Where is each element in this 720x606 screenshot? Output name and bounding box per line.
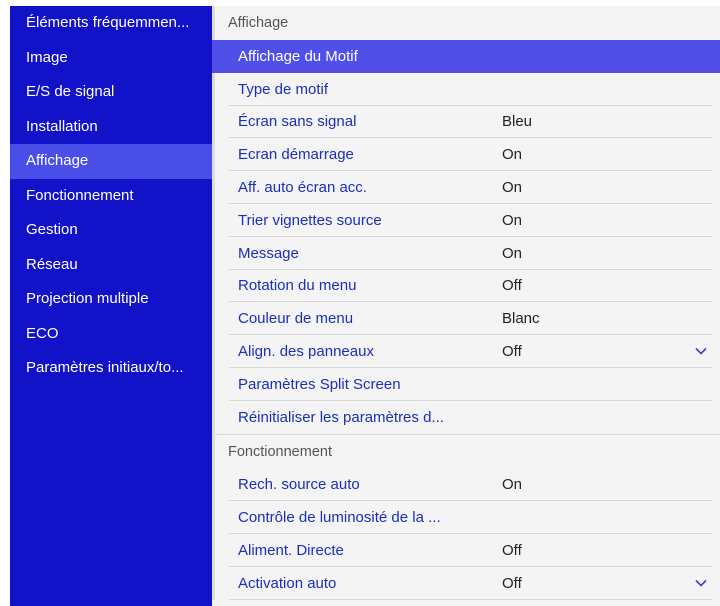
menu-window: Éléments fréquemmen... Image E/S de sign… bbox=[10, 6, 720, 606]
setting-row-auto-home-screen[interactable]: Aff. auto écran acc. On bbox=[212, 171, 720, 204]
setting-row-auto-power-on[interactable]: Activation auto Off bbox=[212, 566, 720, 600]
sidebar-item-network[interactable]: Réseau bbox=[10, 248, 212, 283]
setting-value: On bbox=[502, 244, 523, 262]
setting-value: Bleu bbox=[502, 113, 533, 131]
setting-value: On bbox=[502, 211, 523, 229]
setting-label: Paramètres Split Screen bbox=[238, 375, 401, 393]
setting-row-brightness-control[interactable]: Contrôle de luminosité de la ... bbox=[212, 501, 720, 535]
section-header: Affichage bbox=[212, 6, 720, 40]
sidebar-item-operation[interactable]: Fonctionnement bbox=[10, 179, 212, 214]
setting-row-split-screen[interactable]: Paramètres Split Screen bbox=[212, 367, 720, 401]
sidebar-item-initial-settings[interactable]: Paramètres initiaux/to... bbox=[10, 351, 212, 386]
setting-row-pattern-type[interactable]: Type de motif bbox=[212, 72, 720, 106]
setting-label: Activation auto bbox=[238, 574, 337, 592]
setting-label: Contrôle de luminosité de la ... bbox=[238, 509, 441, 527]
setting-label: Trier vignettes source bbox=[238, 211, 382, 229]
settings-panel: Affichage Affichage du Motif Type de mot… bbox=[212, 6, 720, 606]
setting-row-sort-source-thumbnails[interactable]: Trier vignettes source On bbox=[212, 203, 720, 237]
setting-row-direct-power[interactable]: Aliment. Directe Off bbox=[212, 534, 720, 567]
sidebar-item-multi-projection[interactable]: Projection multiple bbox=[10, 282, 212, 317]
setting-row-startup-screen[interactable]: Ecran démarrage On bbox=[212, 138, 720, 172]
setting-label: Écran sans signal bbox=[238, 113, 357, 131]
sidebar: Éléments fréquemmen... Image E/S de sign… bbox=[10, 6, 212, 606]
setting-value: Off bbox=[502, 343, 522, 361]
setting-label: Réinitialiser les paramètres d... bbox=[238, 408, 444, 426]
setting-label: Rotation du menu bbox=[238, 277, 357, 295]
sidebar-item-frequent[interactable]: Éléments fréquemmen... bbox=[10, 6, 212, 41]
setting-row-message[interactable]: Message On bbox=[212, 236, 720, 270]
setting-row-menu-color[interactable]: Couleur de menu Blanc bbox=[212, 302, 720, 336]
setting-value: Off bbox=[502, 542, 522, 560]
setting-row-auto-source-search[interactable]: Rech. source auto On bbox=[212, 468, 720, 502]
setting-row-reset-display[interactable]: Réinitialiser les paramètres d... bbox=[212, 400, 720, 434]
section-header: Fonctionnement bbox=[212, 433, 720, 469]
sidebar-item-signal-io[interactable]: E/S de signal bbox=[10, 75, 212, 110]
setting-value: Blanc bbox=[502, 310, 540, 328]
sidebar-item-management[interactable]: Gestion bbox=[10, 213, 212, 248]
setting-label: Affichage du Motif bbox=[238, 47, 358, 65]
setting-label: Align. des panneaux bbox=[238, 343, 374, 361]
setting-value: Off bbox=[502, 574, 522, 592]
sidebar-item-display[interactable]: Affichage bbox=[10, 144, 212, 179]
sidebar-item-image[interactable]: Image bbox=[10, 41, 212, 76]
setting-value: On bbox=[502, 476, 523, 494]
sidebar-item-eco[interactable]: ECO bbox=[10, 317, 212, 352]
chevron-down-icon[interactable] bbox=[694, 344, 708, 358]
setting-row-pattern-display[interactable]: Affichage du Motif bbox=[212, 40, 720, 73]
setting-row-panel-alignment[interactable]: Align. des panneaux Off bbox=[212, 335, 720, 368]
setting-label: Couleur de menu bbox=[238, 310, 354, 328]
setting-label: Type de motif bbox=[238, 80, 329, 98]
setting-label: Ecran démarrage bbox=[238, 146, 354, 164]
setting-row-menu-rotation[interactable]: Rotation du menu Off bbox=[212, 269, 720, 303]
setting-value: On bbox=[502, 146, 523, 164]
sidebar-item-installation[interactable]: Installation bbox=[10, 110, 212, 145]
setting-label: Aliment. Directe bbox=[238, 542, 344, 560]
setting-label: Aff. auto écran acc. bbox=[238, 179, 367, 197]
setting-value: Off bbox=[502, 277, 522, 295]
setting-label: Message bbox=[238, 244, 299, 262]
chevron-down-icon[interactable] bbox=[694, 576, 708, 590]
setting-label: Rech. source auto bbox=[238, 476, 360, 494]
setting-row-no-signal-screen[interactable]: Écran sans signal Bleu bbox=[212, 105, 720, 139]
setting-value: On bbox=[502, 179, 523, 197]
